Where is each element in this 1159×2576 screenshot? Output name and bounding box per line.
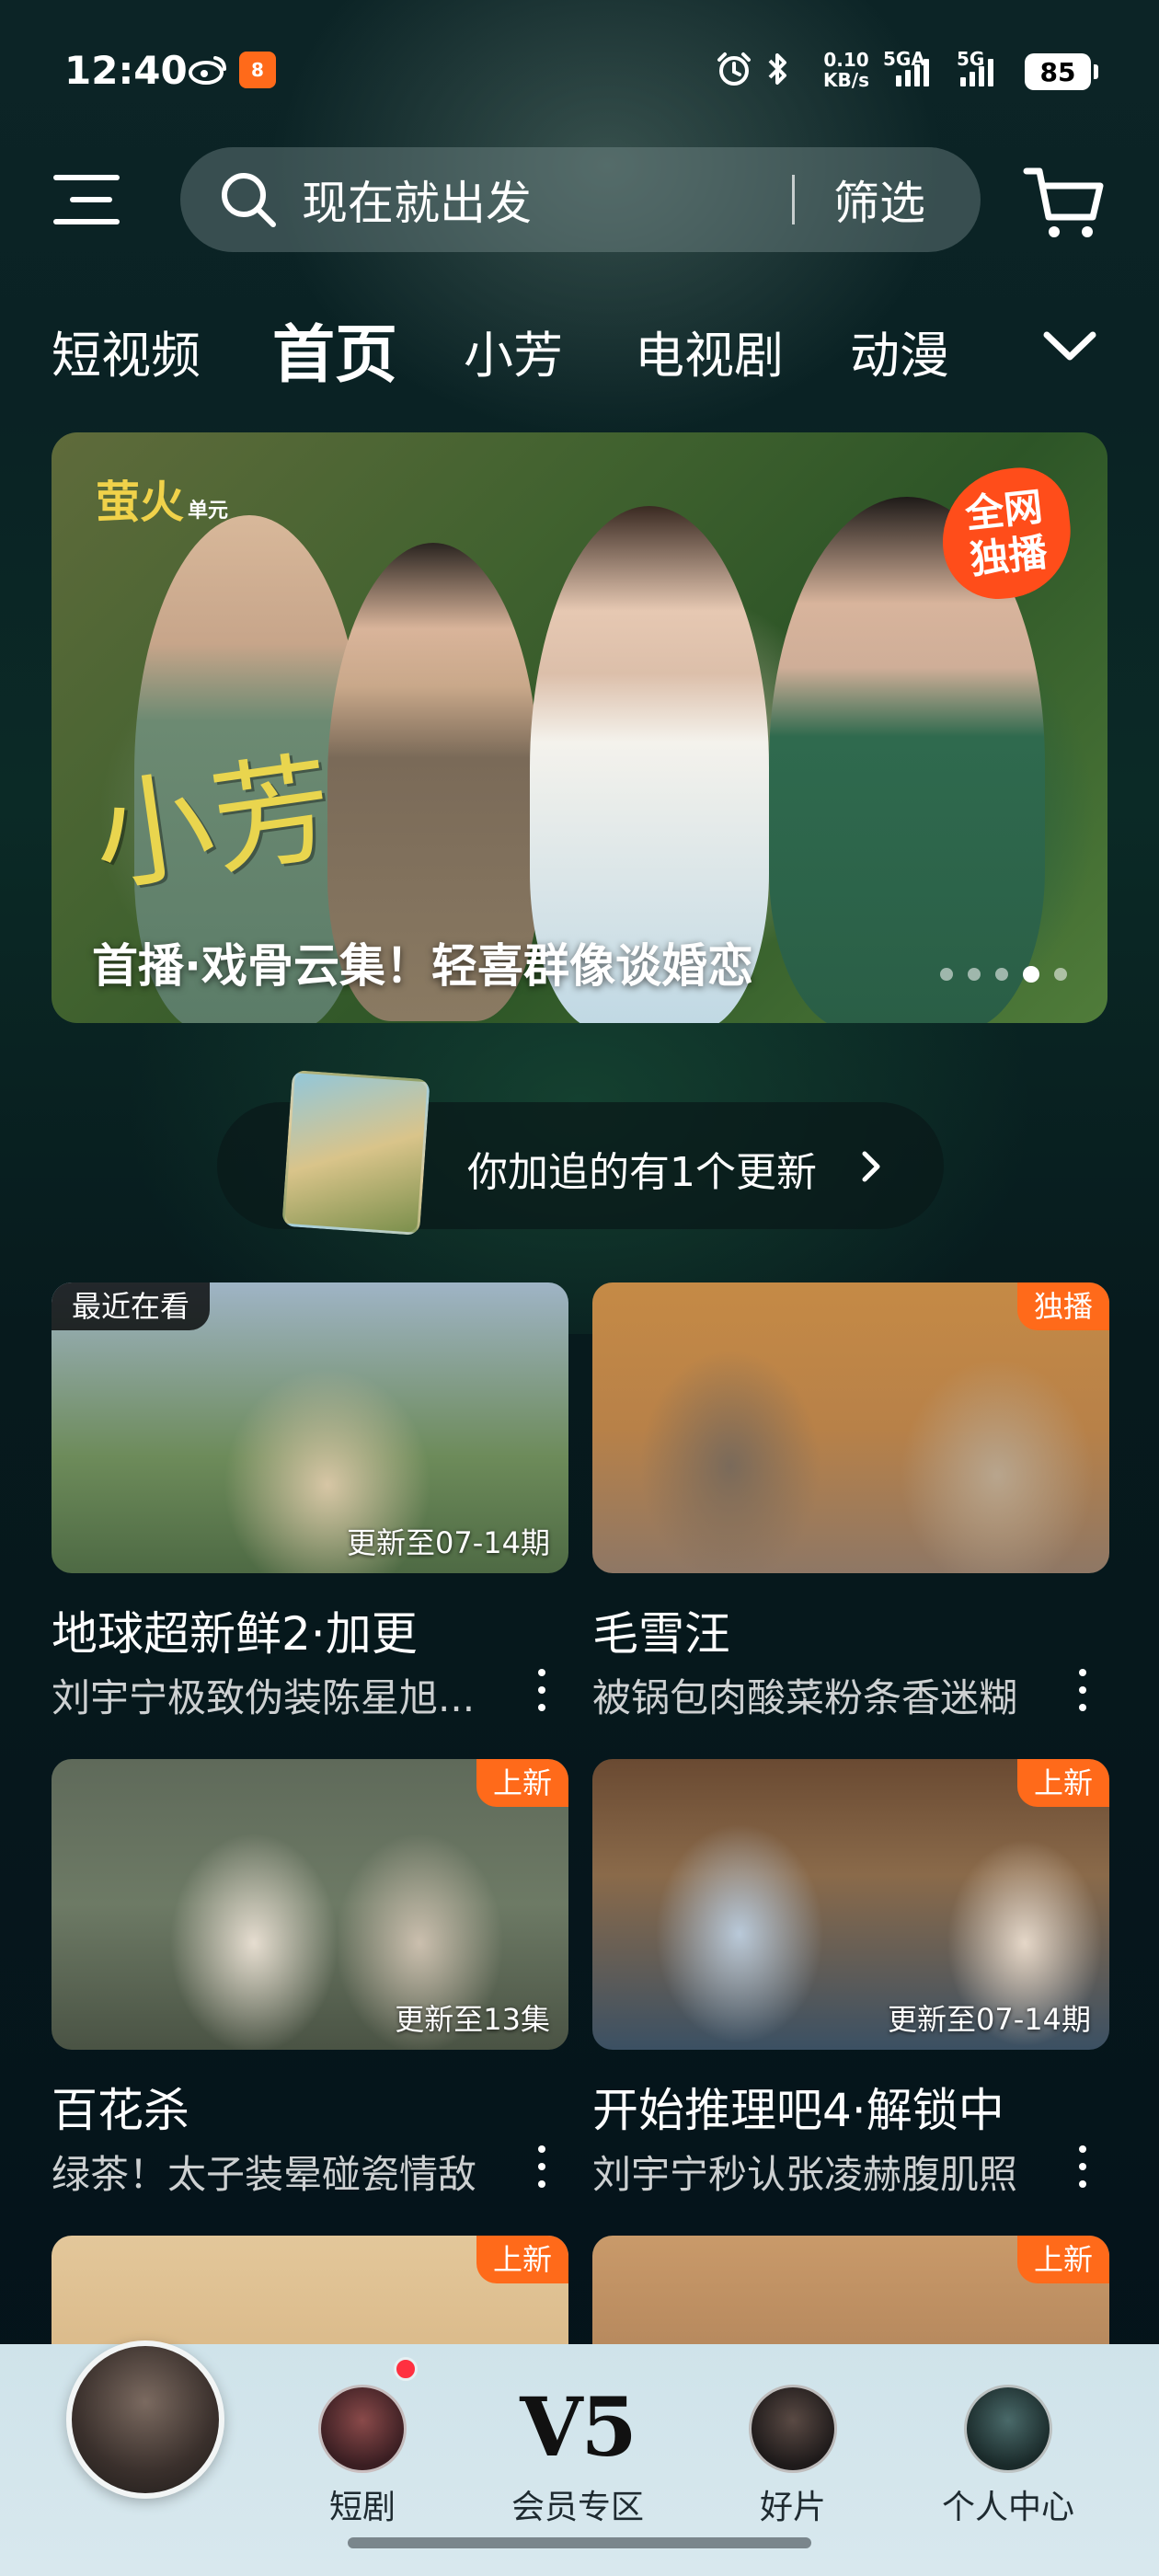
filter-button[interactable]: 筛选	[833, 167, 925, 233]
video-title[interactable]: 百花杀	[52, 2074, 189, 2140]
more-options-icon[interactable]	[535, 2145, 548, 2188]
update-status: 更新至07-14期	[888, 2002, 1091, 2037]
weibo-icon	[188, 52, 228, 86]
video-thumbnail[interactable]: 最近在看 更新至07-14期	[52, 1282, 568, 1573]
menu-button[interactable]	[53, 175, 123, 226]
new-release-tag: 上新	[476, 2236, 568, 2283]
video-title[interactable]: 开始推理吧4·解锁中	[592, 2074, 1004, 2140]
signal-strength-icon-1	[887, 57, 929, 86]
status-time: 12:40	[64, 48, 188, 93]
search-divider	[792, 175, 795, 224]
video-thumbnail[interactable]: 上新 更新至07-14期	[592, 1759, 1109, 2050]
more-options-icon[interactable]	[1076, 1669, 1089, 1711]
tab-short-video[interactable]: 短视频	[52, 315, 201, 387]
new-release-tag: 上新	[476, 1759, 568, 1807]
status-bar: 12:40 8 0.10 KB/s 5GA 5G 85	[0, 0, 1159, 138]
nav-member-zone[interactable]: V5 会员专区	[495, 2366, 660, 2550]
badge-line-2: 独播	[968, 529, 1050, 583]
search-icon	[215, 167, 281, 233]
menu-line	[70, 197, 112, 202]
network-speed: 0.10 KB/s	[819, 50, 874, 90]
badge-line-1: 全网	[962, 483, 1045, 537]
category-tabs: 短视频 首页 小芳 电视剧 动漫	[0, 296, 1159, 397]
banner-logo-suffix: 单元	[188, 499, 229, 523]
tab-xiaofang[interactable]: 小芳	[464, 315, 563, 387]
video-subtitle: 刘宇宁极致伪装陈星旭...	[52, 1675, 476, 1720]
bluetooth-icon	[763, 52, 791, 86]
update-status: 更新至13集	[395, 2002, 550, 2037]
video-title[interactable]: 地球超新鲜2·加更	[52, 1597, 418, 1663]
battery-indicator: 85	[1025, 53, 1098, 90]
alarm-icon	[714, 52, 754, 86]
nav-profile[interactable]: 个人中心	[925, 2366, 1091, 2550]
banner-logo-text: 萤火	[96, 477, 185, 528]
nav-label: 个人中心	[941, 2489, 1074, 2526]
nav-label: 短剧	[328, 2489, 396, 2526]
carousel-indicator	[940, 966, 1067, 983]
new-release-tag: 上新	[1016, 2236, 1109, 2283]
nav-label: 好片	[759, 2489, 826, 2526]
search-bar[interactable]: 现在就出发 筛选	[180, 147, 981, 252]
carousel-dot-active	[1023, 966, 1039, 983]
home-featured-avatar[interactable]	[66, 2340, 224, 2499]
tab-anime[interactable]: 动漫	[850, 315, 949, 387]
good-films-avatar	[749, 2385, 837, 2473]
recently-watched-tag: 最近在看	[52, 1282, 211, 1330]
video-thumbnail[interactable]: 上新 更新至13集	[52, 1759, 568, 2050]
search-input[interactable]: 现在就出发	[302, 167, 792, 233]
chevron-down-icon[interactable]	[1039, 322, 1100, 370]
home-indicator[interactable]	[348, 2537, 811, 2548]
carousel-dot	[1054, 968, 1067, 981]
chevron-right-icon[interactable]	[859, 1148, 883, 1185]
follow-update-text[interactable]: 你加追的有1个更新	[467, 1139, 817, 1198]
banner-title-art: 小芳	[85, 737, 341, 910]
carousel-dot	[940, 968, 953, 981]
follow-update-thumbnail[interactable]	[281, 1069, 430, 1236]
video-title[interactable]: 毛雪汪	[592, 1597, 730, 1663]
video-subtitle: 刘宇宁秒认张凌赫腹肌照	[592, 2152, 1018, 2197]
vip-level-badge: V5	[520, 2379, 637, 2475]
video-subtitle: 绿茶！太子装晕碰瓷情敌	[52, 2152, 477, 2197]
nav-good-films[interactable]: 好片	[710, 2366, 876, 2550]
new-release-tag: 上新	[1016, 1759, 1109, 1807]
exclusive-tag: 独播	[1016, 1282, 1109, 1330]
more-options-icon[interactable]	[1076, 2145, 1089, 2188]
update-status: 更新至07-14期	[347, 1525, 550, 1560]
signal-strength-icon-2	[960, 57, 993, 86]
short-drama-avatar	[318, 2385, 407, 2473]
notification-app-icon: 8	[239, 52, 276, 88]
notification-dot	[394, 2357, 418, 2381]
more-options-icon[interactable]	[535, 1669, 548, 1711]
nav-label: 会员专区	[511, 2489, 644, 2526]
network-speed-unit: KB/s	[823, 69, 869, 91]
nav-short-drama[interactable]: 短剧	[280, 2366, 445, 2550]
menu-line	[53, 219, 120, 224]
tab-home[interactable]: 首页	[272, 304, 397, 395]
banner-logo: 萤火 单元	[96, 466, 228, 530]
carousel-dot	[968, 968, 981, 981]
shopping-cart-icon[interactable]	[1023, 162, 1106, 241]
carousel-dot	[995, 968, 1008, 981]
hero-banner[interactable]: 萤火 单元 小芳 全网 独播 首播·戏骨云集！轻喜群像谈婚恋	[52, 432, 1107, 1023]
tab-tv-series[interactable]: 电视剧	[635, 315, 784, 387]
network-speed-value: 0.10	[823, 49, 869, 71]
video-subtitle: 被锅包肉酸菜粉条香迷糊	[592, 1675, 1018, 1720]
banner-caption: 首播·戏骨云集！轻喜群像谈婚恋	[92, 939, 753, 993]
profile-avatar	[964, 2385, 1052, 2473]
menu-line	[53, 175, 120, 180]
video-thumbnail[interactable]: 独播	[592, 1282, 1109, 1573]
